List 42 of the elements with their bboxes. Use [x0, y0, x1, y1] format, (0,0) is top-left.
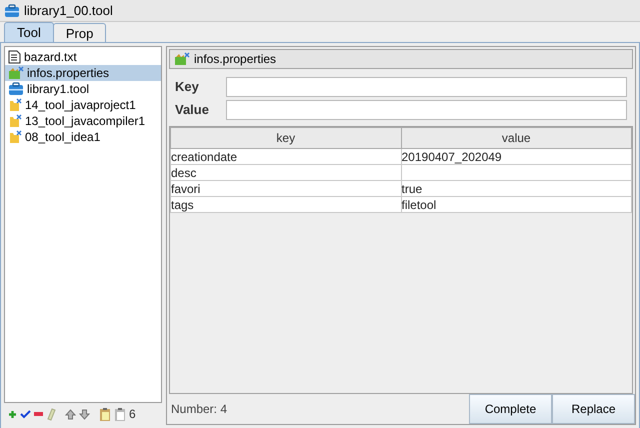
window-title: library1_00.tool: [24, 2, 113, 20]
table-cell: true: [401, 180, 632, 196]
column-header[interactable]: value: [401, 128, 632, 148]
eraser-icon[interactable]: [46, 408, 56, 420]
tab[interactable]: Tool: [4, 22, 54, 42]
table-cell: tags: [170, 196, 401, 212]
down-arrow-icon[interactable]: [79, 408, 90, 420]
table-cell: 20190407_202049: [401, 148, 632, 164]
image-file-icon: [174, 52, 190, 66]
count-label: 6: [129, 406, 136, 423]
table-cell: favori: [170, 180, 401, 196]
tree-item[interactable]: 14_tool_javaproject1: [5, 97, 161, 113]
tree-item[interactable]: infos.properties: [5, 65, 161, 81]
plus-icon[interactable]: [8, 410, 17, 418]
editor-title: infos.properties: [194, 51, 276, 68]
table-cell: desc: [170, 164, 401, 180]
action-button[interactable]: Complete: [469, 394, 552, 424]
field-label: Value: [175, 101, 210, 120]
tree-item[interactable]: bazard.txt: [5, 49, 161, 65]
tree-item[interactable]: 13_tool_javacompiler1: [5, 113, 161, 129]
folder-icon: [8, 98, 22, 112]
input-field[interactable]: [226, 77, 627, 97]
toolbox-icon: [4, 4, 20, 18]
folder-icon: [8, 130, 22, 144]
action-button[interactable]: Replace: [552, 394, 635, 424]
field-label: Key: [175, 78, 200, 96]
clipboard-icon[interactable]: [99, 406, 111, 422]
folder-icon: [8, 114, 22, 128]
image-file-icon: [8, 66, 24, 80]
table-cell: creationdate: [170, 148, 401, 164]
clipboard-icon[interactable]: [114, 406, 126, 422]
checkmark-icon[interactable]: [20, 410, 31, 418]
column-header[interactable]: key: [170, 128, 401, 148]
status-text: Number: 4: [170, 401, 228, 418]
tab[interactable]: Prop: [52, 23, 106, 42]
toolbox-icon: [8, 82, 24, 96]
tree-item[interactable]: library1.tool: [5, 81, 161, 97]
input-field[interactable]: [226, 100, 627, 120]
text-file-icon: [8, 50, 21, 64]
tree-item[interactable]: 08_tool_idea1: [5, 129, 161, 145]
table-cell: filetool: [401, 196, 632, 212]
up-arrow-icon[interactable]: [65, 408, 76, 420]
